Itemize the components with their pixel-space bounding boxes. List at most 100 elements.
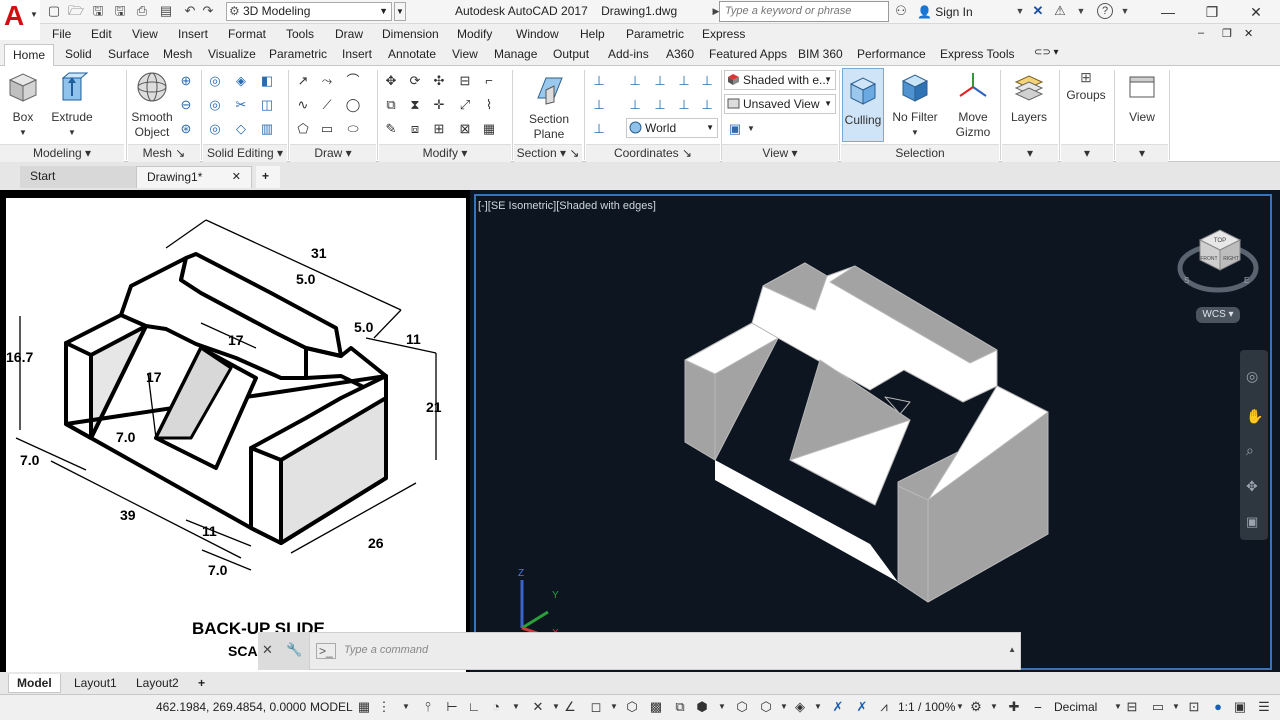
trim-icon[interactable]: ⌇ xyxy=(480,96,498,114)
3d-move-icon[interactable]: ✣ xyxy=(430,72,448,90)
copy-icon[interactable]: ⧉ xyxy=(382,96,400,114)
tab-surface[interactable]: Surface xyxy=(108,47,149,61)
tab-performance[interactable]: Performance xyxy=(857,47,926,61)
selection-cycling-icon[interactable]: ⧉ xyxy=(672,699,688,715)
isodraft-icon[interactable]: ✕ xyxy=(530,699,546,715)
view-panel-expander[interactable]: ▾ xyxy=(1116,144,1168,162)
menu-insert[interactable]: Insert xyxy=(178,27,208,41)
offset-icon[interactable]: ⊟ xyxy=(456,72,474,90)
viewcube-south[interactable]: S xyxy=(1184,276,1189,285)
menu-help[interactable]: Help xyxy=(580,27,605,41)
ucs-named-icon[interactable]: ⊥ xyxy=(590,120,608,138)
chevron-down-icon[interactable]: ▼ xyxy=(742,120,760,138)
dynamic-ucs-icon[interactable]: ⬢ xyxy=(694,699,710,715)
ucs-y-icon[interactable]: ⊥ xyxy=(651,96,669,114)
new-tab-button[interactable]: + xyxy=(256,166,280,188)
ellipse-icon[interactable]: ⬭ xyxy=(344,120,362,138)
3d-align-icon[interactable]: ⊞ xyxy=(430,120,448,138)
stay-connected-icon[interactable]: ⚠ xyxy=(1052,3,1068,19)
fillet-icon[interactable]: ⌐ xyxy=(480,72,498,90)
panel-title-mesh[interactable]: Mesh ↘ xyxy=(128,144,200,162)
3d-object-snap-icon[interactable]: ⬡ xyxy=(624,699,640,715)
zoom-icon[interactable]: ⌕ xyxy=(1246,442,1262,458)
3d-rotate-icon[interactable]: ✛ xyxy=(430,96,448,114)
customize-quick-access-button[interactable]: ▼ xyxy=(394,2,406,21)
array-icon[interactable]: ▦ xyxy=(480,120,498,138)
lock-ui-icon[interactable]: ▭ xyxy=(1150,699,1166,715)
new-file-icon[interactable]: ▢ xyxy=(46,3,62,19)
plot-icon[interactable]: ▤ xyxy=(158,3,174,19)
customization-icon[interactable]: ☰ xyxy=(1256,699,1272,715)
close-icon[interactable]: ✕ xyxy=(232,167,241,187)
panel-title-modify[interactable]: Modify ▾ xyxy=(379,144,511,162)
3d-polyline-icon[interactable]: ⟋ xyxy=(318,96,336,114)
tab-a360[interactable]: A360 xyxy=(666,47,694,61)
print-icon[interactable]: ⎙ xyxy=(134,3,150,19)
snap-icon[interactable]: ⋮ xyxy=(376,699,392,715)
stretch-icon[interactable]: ⤢ xyxy=(456,96,474,114)
wrench-icon[interactable]: 🔧 xyxy=(286,642,302,658)
tab-visualize[interactable]: Visualize xyxy=(208,47,256,61)
viewcube-front-face[interactable]: FRONT xyxy=(1200,256,1217,262)
section-plane-button[interactable]: Section Plane xyxy=(518,72,580,142)
viewcube-top-face[interactable]: TOP xyxy=(1214,238,1226,244)
erase-icon[interactable]: ✎ xyxy=(382,120,400,138)
viewcube-east[interactable]: E xyxy=(1244,276,1249,285)
tab-layout2[interactable]: Layout2 xyxy=(128,674,187,693)
transparency-icon[interactable]: ▩ xyxy=(648,699,664,715)
hardware-acceleration-icon[interactable]: ● xyxy=(1210,699,1226,715)
selection-filter-icon[interactable]: ⬡ xyxy=(734,699,750,715)
menu-parametric[interactable]: Parametric xyxy=(626,27,684,41)
annotation-visibility-icon[interactable]: ◈ xyxy=(792,699,808,715)
close-icon[interactable]: ✕ xyxy=(1236,2,1276,22)
steering-wheel-icon[interactable]: ◎ xyxy=(1246,368,1262,384)
workspace-switching-icon[interactable]: ⚙ xyxy=(968,699,984,715)
gizmo-icon[interactable]: ⬡ xyxy=(758,699,774,715)
dynamic-input-icon[interactable]: ⊢ xyxy=(444,699,460,715)
rectangle-icon[interactable]: ▭ xyxy=(318,120,336,138)
rotate-icon[interactable]: ⟳ xyxy=(406,72,424,90)
minimize-icon[interactable]: — xyxy=(1148,2,1188,22)
layers-panel-expander[interactable]: ▾ xyxy=(1002,144,1058,162)
model-space-toggle[interactable]: MODEL xyxy=(310,700,353,714)
object-snap-tracking-icon[interactable]: ∠ xyxy=(562,699,578,715)
binoculars-icon[interactable]: ⚇ xyxy=(893,3,909,19)
union-icon[interactable]: ◎ xyxy=(206,72,224,90)
help-icon[interactable]: ? xyxy=(1097,3,1113,19)
tab-annotate[interactable]: Annotate xyxy=(388,47,436,61)
autodesk-exchange-icon[interactable]: ✕ xyxy=(1030,3,1046,19)
tab-mesh[interactable]: Mesh xyxy=(163,47,192,61)
application-menu-button[interactable]: A ▼ xyxy=(0,0,40,40)
chevron-down-icon[interactable]: ▼ xyxy=(1073,3,1089,19)
tab-view[interactable]: View xyxy=(452,47,478,61)
ucs-object-icon[interactable]: ⊥ xyxy=(698,96,716,114)
chevron-down-icon[interactable]: ▼ xyxy=(776,699,792,715)
polar-tracking-icon[interactable]: ◔ xyxy=(488,699,504,715)
3d-mirror-icon[interactable]: ⊠ xyxy=(456,120,474,138)
chevron-down-icon[interactable]: ▼ xyxy=(1117,3,1133,19)
save-icon[interactable]: 🖫 xyxy=(90,3,106,19)
chevron-down-icon[interactable]: ▼ xyxy=(986,699,1002,715)
restore-icon[interactable]: ❐ xyxy=(1192,2,1232,22)
layers-button[interactable]: Layers xyxy=(1006,70,1052,125)
quick-properties-icon[interactable]: ⊟ xyxy=(1124,699,1140,715)
auto-scale-icon[interactable]: ✗ xyxy=(854,699,870,715)
viewport-scale[interactable]: 1:1 / 100% xyxy=(898,700,955,714)
tab-add-ins[interactable]: Add-ins xyxy=(608,47,649,61)
mirror-icon[interactable]: ⧗ xyxy=(406,96,424,114)
groups-button[interactable]: ⊞ Groups xyxy=(1064,70,1108,103)
panel-title-solid-editing[interactable]: Solid Editing ▾ xyxy=(203,144,287,162)
wcs-menu[interactable]: WCS ▾ xyxy=(1196,307,1240,323)
panel-title-selection[interactable]: Selection xyxy=(841,144,999,162)
viewcube[interactable]: TOP FRONT RIGHT S E xyxy=(1176,220,1262,300)
tab-express-tools[interactable]: Express Tools xyxy=(940,47,1014,61)
annotation-scale-list-icon[interactable]: ⩘ xyxy=(876,699,892,715)
add-layout-button[interactable]: + xyxy=(190,674,213,693)
annotation-scale-icon[interactable]: ✗ xyxy=(830,699,846,715)
chevron-down-icon[interactable]: ▼ xyxy=(1012,3,1028,19)
tab-featured-apps[interactable]: Featured Apps xyxy=(709,47,787,61)
workspace-dropdown[interactable]: ⚙ 3D Modeling ▼ xyxy=(226,2,392,21)
panel-title-view[interactable]: View ▾ xyxy=(722,144,838,162)
pan-hand-icon[interactable]: ✋ xyxy=(1246,408,1263,424)
close-drawing-icon[interactable]: ✕ xyxy=(1244,27,1253,40)
